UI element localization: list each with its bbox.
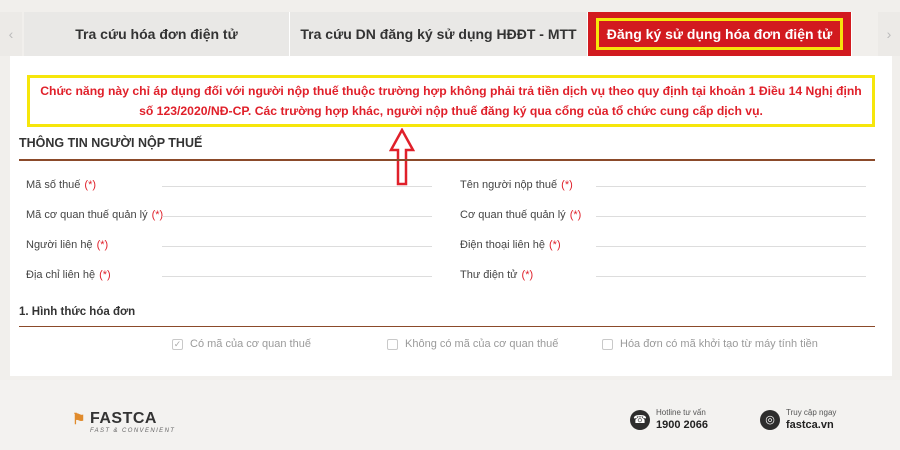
tab-lookup-invoice[interactable]: Tra cứu hóa đơn điện tử [24, 12, 290, 56]
tax-code-input[interactable] [162, 186, 432, 187]
logo-tagline: FAST & CONVENIENT [90, 428, 176, 434]
website-contact[interactable]: ◎ Truy cập ngay fastca.vn [760, 408, 836, 431]
tab-label: Đăng ký sử dụng hóa đơn điện tử [595, 18, 844, 50]
globe-icon: ◎ [760, 409, 780, 430]
app-stage: ‹ Tra cứu hóa đơn điện tử Tra cứu DN đăn… [0, 0, 900, 380]
checkbox-label: Không có mã của cơ quan thuế [405, 338, 559, 350]
checkbox-cash-register[interactable]: Hóa đơn có mã khởi tạo từ máy tính tiền [602, 338, 818, 350]
field-label-tax-office: Cơ quan thuế quản lý (*) [460, 209, 582, 221]
fastca-logo: ⚑ FASTCA FAST & CONVENIENT [72, 410, 176, 434]
notice-box: Chức năng này chỉ áp dụng đối với người … [27, 75, 875, 127]
hotline-contact[interactable]: ☎ Hotline tư vấn 1900 2066 [630, 408, 708, 431]
tab-label: Tra cứu DN đăng ký sử dụng HĐĐT - MTT [300, 26, 577, 42]
field-label-taxpayer-name: Tên người nộp thuế (*) [460, 179, 573, 191]
form-panel: Chức năng này chỉ áp dụng đối với người … [10, 56, 892, 376]
tab-register-invoice[interactable]: Đăng ký sử dụng hóa đơn điện tử [588, 12, 852, 56]
phone-icon: ☎ [630, 409, 650, 430]
hotline-label: Hotline tư vấn [656, 408, 706, 417]
checkbox-empty-icon [387, 338, 398, 350]
section-title-taxpayer: THÔNG TIN NGƯỜI NỘP THUẾ [19, 136, 203, 150]
hotline-number: 1900 2066 [656, 419, 708, 431]
logo-mark-icon: ⚑ [72, 411, 86, 428]
tab-label: Tra cứu hóa đơn điện tử [75, 26, 238, 42]
field-label-contact-address: Địa chỉ liên hệ (*) [26, 269, 111, 281]
field-label-email: Thư điện tử (*) [460, 269, 534, 281]
website-label: Truy cập ngay [786, 408, 837, 417]
section-divider [19, 159, 875, 161]
tax-office-code-input[interactable] [162, 216, 432, 217]
tab-bar: ‹ Tra cứu hóa đơn điện tử Tra cứu DN đăn… [0, 12, 900, 56]
contact-person-input[interactable] [162, 246, 432, 247]
footer: ⚑ FASTCA FAST & CONVENIENT ☎ Hotline tư v… [0, 380, 900, 450]
checkbox-empty-icon [602, 338, 613, 350]
field-label-contact-person: Người liên hệ (*) [26, 239, 109, 251]
tab-scroll-right-icon[interactable]: › [878, 12, 900, 56]
field-label-tax-office-code: Mã cơ quan thuế quản lý (*) [26, 209, 164, 221]
section-title-invoice-type: 1. Hình thức hóa đơn [19, 306, 136, 318]
field-label-contact-phone: Điện thoại liên hệ (*) [460, 239, 561, 251]
section-divider [19, 326, 875, 327]
tab-lookup-registered-business[interactable]: Tra cứu DN đăng ký sử dụng HĐĐT - MTT [290, 12, 588, 56]
up-arrow-icon [389, 128, 415, 186]
notice-text: Chức năng này chỉ áp dụng đối với người … [40, 84, 862, 118]
checkbox-with-tax-code[interactable]: ✓ Có mã của cơ quan thuế [172, 338, 311, 350]
taxpayer-name-input[interactable] [596, 186, 866, 187]
website-url: fastca.vn [786, 419, 834, 431]
field-label-tax-code: Mã số thuế (*) [26, 179, 97, 191]
email-input[interactable] [596, 276, 866, 277]
tab-scroll-left-icon[interactable]: ‹ [0, 12, 22, 56]
contact-phone-input[interactable] [596, 246, 866, 247]
checkbox-label: Hóa đơn có mã khởi tạo từ máy tính tiền [620, 338, 818, 350]
checkbox-label: Có mã của cơ quan thuế [190, 338, 311, 350]
tax-office-input[interactable] [596, 216, 866, 217]
checkmark-icon: ✓ [172, 338, 183, 350]
checkbox-without-tax-code[interactable]: Không có mã của cơ quan thuế [387, 338, 558, 350]
contact-address-input[interactable] [162, 276, 432, 277]
